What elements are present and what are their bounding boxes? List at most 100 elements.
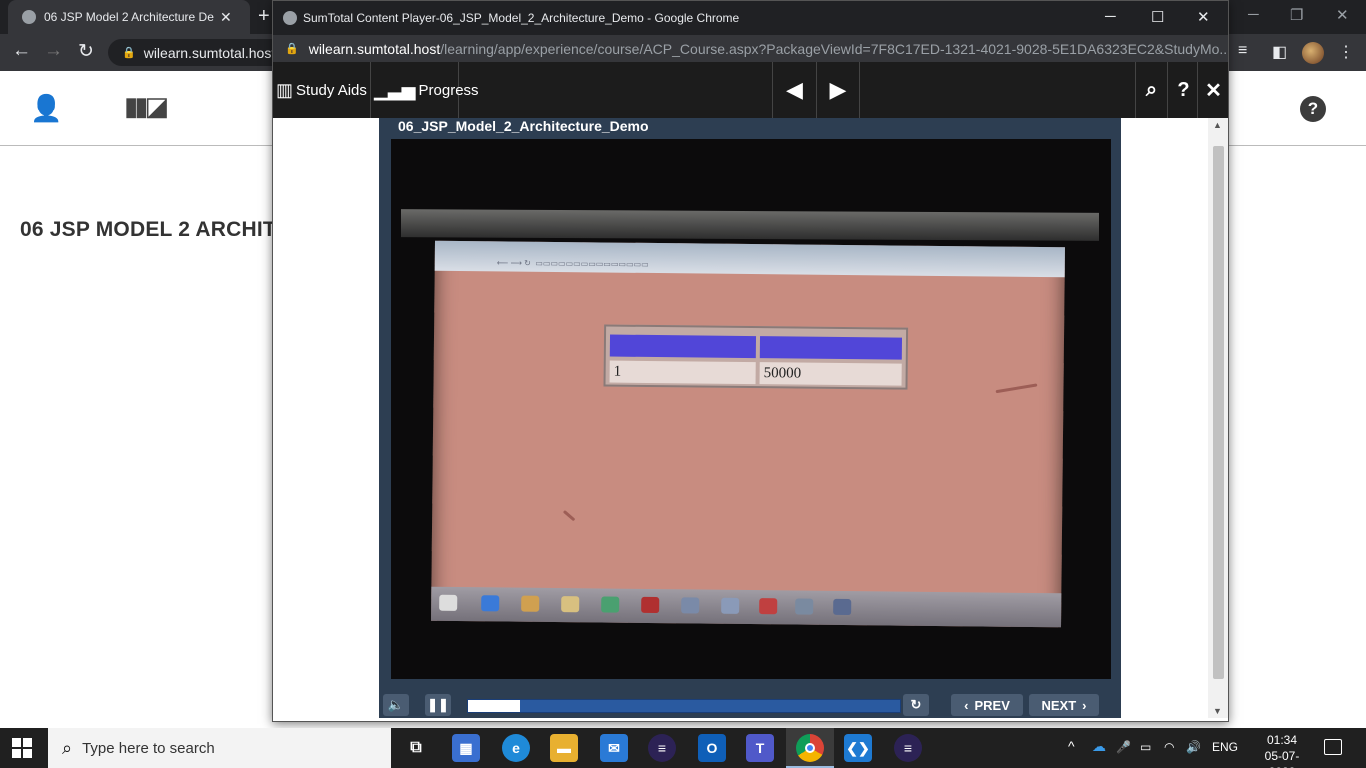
projected-browser-chrome: ⟵ ⟶ ↻ ▭▭▭▭▭▭▭▭▭▭▭▭▭▭▭ <box>434 240 1065 278</box>
popup-close-icon[interactable]: ✕ <box>1197 8 1210 26</box>
microphone-icon[interactable]: 🎤 <box>1116 740 1131 754</box>
background-tab[interactable]: 06 JSP Model 2 Architecture Dem ✕ <box>8 0 250 34</box>
projected-app-icon <box>601 596 620 613</box>
projected-screen: ⟵ ⟶ ↻ ▭▭▭▭▭▭▭▭▭▭▭▭▭▭▭ 1 50000 <box>431 240 1065 628</box>
task-view-icon[interactable]: ⧉ <box>402 734 430 762</box>
windows-taskbar: ⌕ Type here to search ⧉ ▦ e ▬ ✉ ≡ O T ❮❯… <box>0 728 1366 768</box>
popup-minimize-icon[interactable]: ─ <box>1105 8 1116 25</box>
popup-maximize-icon[interactable]: ☐ <box>1151 8 1164 26</box>
pause-button[interactable]: ❚❚ <box>425 694 451 716</box>
battery-icon[interactable]: ▭ <box>1140 740 1151 754</box>
search-icon: ⌕ <box>1145 78 1158 101</box>
prev-button[interactable]: ‹ PREV <box>951 694 1023 716</box>
question-icon: ? <box>1177 78 1190 101</box>
content-player-window: SumTotal Content Player-06_JSP_Model_2_A… <box>272 0 1229 722</box>
chevron-right-icon: › <box>1082 697 1087 713</box>
volume-button[interactable]: 🔈 <box>383 694 409 716</box>
player-content: 06_JSP_Model_2_Architecture_Demo ⟵ ⟶ ↻ ▭… <box>273 118 1209 718</box>
volume-icon[interactable]: 🔊 <box>1186 740 1201 754</box>
search-button[interactable]: ⌕ <box>1135 62 1167 118</box>
next-page-button[interactable]: ▶ <box>816 62 860 118</box>
projected-ie-icon <box>481 595 500 612</box>
new-tab-icon[interactable]: + <box>258 6 270 26</box>
video-frame: 06_JSP_Model_2_Architecture_Demo ⟵ ⟶ ↻ ▭… <box>379 118 1121 718</box>
close-tab-icon[interactable]: ✕ <box>220 9 232 26</box>
study-aids-button[interactable]: ▥ Study Aids <box>273 62 371 118</box>
previous-page-button[interactable]: ◀ <box>772 62 816 118</box>
popup-address-bar[interactable]: 🔒 wilearn.sumtotal.host /learning/app/ex… <box>273 35 1228 62</box>
screen-smudge <box>562 509 576 522</box>
store-icon[interactable]: ▦ <box>452 734 480 762</box>
triangle-left-icon: ◀ <box>786 77 803 102</box>
taskbar-search-box[interactable]: ⌕ Type here to search <box>48 728 391 768</box>
scroll-up-icon[interactable]: ▲ <box>1213 120 1222 130</box>
close-window-icon[interactable]: ✕ <box>1336 6 1349 24</box>
scroll-thumb[interactable] <box>1213 146 1224 679</box>
popup-url-host: wilearn.sumtotal.host <box>308 40 441 57</box>
mail-icon[interactable]: ✉ <box>600 734 628 762</box>
projector-screen-bar <box>401 209 1099 241</box>
user-icon[interactable]: 👤 <box>30 93 62 124</box>
popup-favicon-icon <box>283 11 297 25</box>
taskbar-clock[interactable]: 01:34 05-07-2022 <box>1252 732 1312 768</box>
reading-list-icon[interactable]: ≡ <box>1238 42 1247 60</box>
projected-app-icon <box>521 595 540 612</box>
chrome-icon[interactable] <box>796 734 824 762</box>
player-toolbar: ▥ Study Aids ▁▃▅ Progress ◀ ▶ ⌕ ? ✕ <box>273 62 1228 118</box>
notification-icon[interactable] <box>1324 739 1342 755</box>
lock-icon: 🔒 <box>122 47 136 59</box>
library-icon[interactable]: ▮▮◪ <box>124 91 169 122</box>
forward-icon[interactable]: → <box>44 40 63 62</box>
file-explorer-icon[interactable]: ▬ <box>550 734 578 762</box>
restore-icon[interactable]: ❐ <box>1290 6 1303 24</box>
wifi-icon[interactable]: ◠ <box>1164 740 1174 754</box>
clock-time: 01:34 <box>1266 733 1298 747</box>
projected-table-header <box>609 334 757 359</box>
help-icon[interactable]: ? <box>1300 96 1326 122</box>
windows-start-icon[interactable] <box>12 738 32 758</box>
vscode-icon[interactable]: ❮❯ <box>844 734 872 762</box>
projected-table-header <box>759 336 903 360</box>
video-player[interactable]: ⟵ ⟶ ↻ ▭▭▭▭▭▭▭▭▭▭▭▭▭▭▭ 1 50000 <box>391 139 1111 679</box>
projected-address-text: ⟵ ⟶ ↻ ▭▭▭▭▭▭▭▭▭▭▭▭▭▭▭ <box>496 258 649 269</box>
edge-icon[interactable]: e <box>502 734 530 762</box>
clock-date: 05-07-2022 <box>1264 749 1300 768</box>
triangle-right-icon: ▶ <box>829 77 847 102</box>
content-scrollbar[interactable]: ▲ ▼ <box>1208 118 1228 718</box>
chevron-up-icon[interactable]: ^ <box>1068 738 1075 754</box>
projected-app-icon <box>759 598 778 615</box>
teams-icon[interactable]: T <box>746 734 774 762</box>
eclipse-2-icon[interactable]: ≡ <box>894 734 922 762</box>
projected-table-cell: 50000 <box>759 362 902 386</box>
projected-app-icon <box>721 597 740 614</box>
menu-kebab-icon[interactable]: ⋮ <box>1338 42 1354 62</box>
video-progress-bar[interactable] <box>467 699 901 713</box>
projected-folder-icon <box>561 596 580 613</box>
onedrive-icon[interactable]: ☁ <box>1092 738 1106 755</box>
projected-app-icon <box>795 598 814 615</box>
outlook-icon[interactable]: O <box>698 734 726 762</box>
reload-icon[interactable]: ↻ <box>78 40 94 63</box>
projected-app-icon <box>641 596 660 614</box>
minimize-icon[interactable]: ─ <box>1248 6 1259 23</box>
popup-window-title: SumTotal Content Player-06_JSP_Model_2_A… <box>303 11 740 25</box>
chevron-left-icon: ‹ <box>964 697 969 713</box>
video-controls: 🔈 ❚❚ ↻ ‹ PREV NEXT › <box>379 692 1121 718</box>
projected-taskbar <box>431 586 1062 628</box>
help-button[interactable]: ? <box>1167 62 1199 118</box>
side-panel-icon[interactable]: ◧ <box>1272 42 1287 62</box>
search-icon: ⌕ <box>62 737 73 758</box>
popup-lock-icon: 🔒 <box>285 43 299 55</box>
eclipse-icon[interactable]: ≡ <box>648 734 676 762</box>
close-player-button[interactable]: ✕ <box>1197 62 1228 118</box>
language-indicator[interactable]: ENG <box>1212 740 1238 754</box>
back-icon[interactable]: ← <box>12 40 31 62</box>
next-button[interactable]: NEXT › <box>1029 694 1099 716</box>
profile-avatar[interactable] <box>1302 42 1324 64</box>
prev-label: PREV <box>974 697 1010 713</box>
speaker-icon: 🔈 <box>387 697 405 712</box>
replay-button[interactable]: ↻ <box>903 694 929 716</box>
study-aids-label: Study Aids <box>296 81 367 99</box>
progress-button[interactable]: ▁▃▅ Progress <box>371 62 479 118</box>
scroll-down-icon[interactable]: ▼ <box>1213 706 1222 716</box>
